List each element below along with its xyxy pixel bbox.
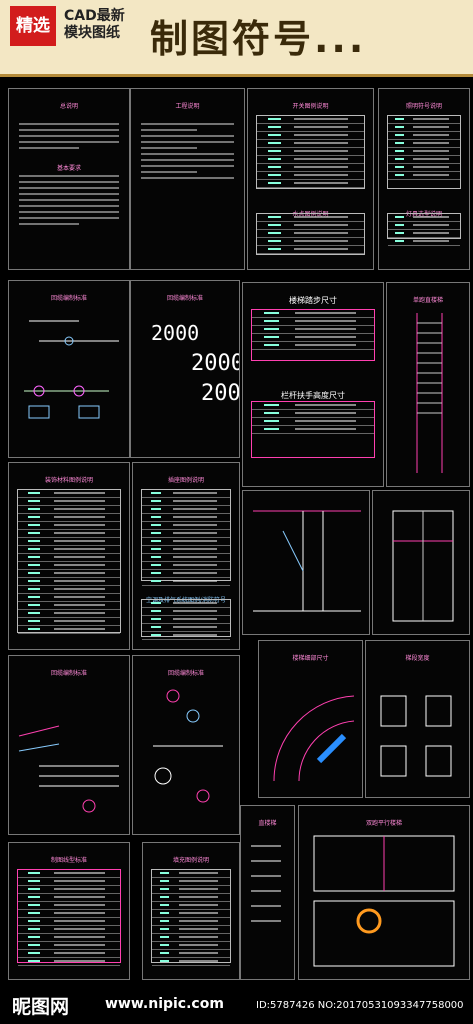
panel-index-standard-1: 回缆编制标准 [8, 280, 130, 458]
page-title: 制图符号... [150, 17, 367, 61]
panel-lighting-symbols: 照明符号说明 灯具选型说明 [378, 88, 470, 270]
cad-line-2: 模块图纸 [64, 25, 120, 41]
index-symbols-drawing [24, 320, 119, 419]
panel-fill-legend: 填充图例说明 [142, 842, 240, 980]
text-block [141, 119, 234, 183]
dimension-text: 2000 [191, 351, 240, 376]
panel-title: 插座图例说明 [167, 477, 204, 484]
panel-material-legend: 装饰材料图例说明 [8, 462, 130, 650]
panel-double-parallel-stair: 双跑平行楼梯 [298, 805, 470, 980]
lamp-table [387, 213, 461, 246]
panel-index-standard-2: 回缆编制标准 2000 2000 2000 [130, 280, 240, 458]
index-symbols-drawing [18, 725, 119, 813]
panel-stair-plan-b [372, 490, 470, 635]
straight-stair-drawing [251, 845, 281, 922]
flight-width-drawing [380, 695, 452, 777]
text-block [19, 119, 119, 153]
lighting-table [387, 115, 461, 189]
fill-table [151, 869, 231, 966]
panel-title: 制图线型标准 [50, 857, 87, 864]
double-stair-drawing [313, 835, 455, 967]
panel-title: 照明符号说明 [405, 103, 442, 110]
dimension-text: 2000 [201, 381, 240, 406]
line-type-table [17, 869, 121, 966]
site-url: www.nipic.com [105, 996, 224, 1012]
panel-title: 楼梯踏步尺寸 [289, 296, 337, 305]
hvac-table [141, 599, 231, 640]
image-id: ID:5787426 NO:20170531093347758000 [256, 1000, 464, 1011]
panel-title: 工程说明 [175, 103, 200, 110]
stair-plan-drawing [392, 510, 454, 622]
panel-stair-details: 楼梯细部尺寸 [258, 640, 363, 798]
spiral-stair-drawing [273, 695, 355, 782]
cad-line-1: CAD最新 [64, 8, 125, 24]
panel-socket-legend: 插座图例说明 空调及排气系统图例/消防符号 [132, 462, 240, 650]
panel-flight-width: 梯段宽度 [365, 640, 470, 798]
featured-badge: 精选 [10, 6, 56, 46]
cad-label: CAD最新 模块图纸 [64, 8, 125, 42]
panel-general-notes: 总说明 基本要求 [8, 88, 130, 270]
panel-straight-stair: 直楼梯 [240, 805, 295, 980]
dimension-text: 2000 [151, 321, 200, 345]
water-legend-table [256, 213, 365, 255]
step-size-table [251, 309, 375, 361]
panel-index-standard-3: 回缆编制标准 [8, 655, 130, 835]
material-table [17, 489, 121, 634]
panel-single-run-stair: 单跑直楼梯 [386, 282, 470, 487]
railing-height-table [251, 401, 375, 458]
legend-table [256, 115, 365, 189]
panel-title: 总说明 [59, 103, 78, 110]
panel-subtitle: 栏杆扶手高度尺寸 [281, 391, 345, 400]
panel-stair-plan-a [242, 490, 370, 635]
panel-title: 装饰材料图例说明 [44, 477, 93, 484]
panel-index-standard-4: 回缆编制标准 [132, 655, 240, 835]
panel-line-standards: 制图线型标准 [8, 842, 130, 980]
stair-plan-drawing [253, 510, 361, 612]
site-logo: 昵图网 [12, 996, 70, 1018]
panel-switch-legend: 开关图例说明 水点图例说明 [247, 88, 374, 270]
single-run-stair-drawing [416, 313, 443, 473]
panel-project-notes: 工程说明 [130, 88, 245, 270]
panel-stair-step-sizes: 楼梯踏步尺寸 栏杆扶手高度尺寸 [242, 282, 384, 487]
panel-title: 开关图例说明 [292, 103, 329, 110]
text-block [19, 171, 119, 229]
socket-table [141, 489, 231, 586]
index-symbols-drawing [153, 689, 223, 803]
footer: 昵图网 www.nipic.com ID:5787426 NO:20170531… [0, 984, 473, 1024]
panel-title: 回缆编制标准 [166, 295, 203, 302]
panel-title: 填充图例说明 [172, 857, 209, 864]
header-banner: 精选 CAD最新 模块图纸 制图符号... [0, 0, 473, 77]
